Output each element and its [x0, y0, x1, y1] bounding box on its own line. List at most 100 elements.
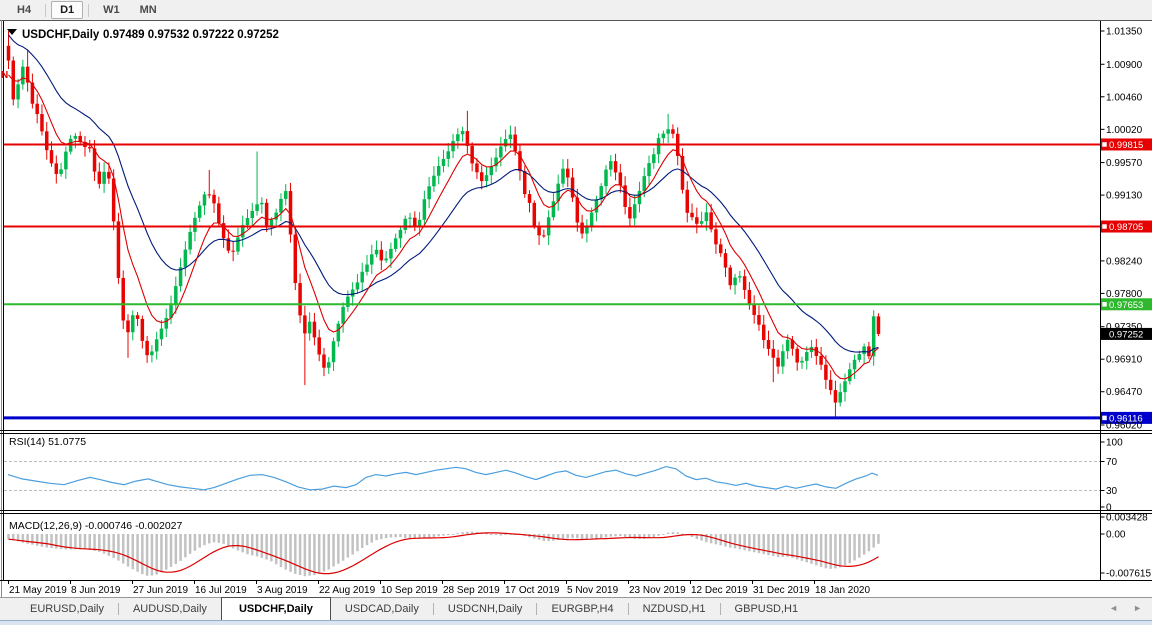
candle	[336, 323, 341, 342]
candle	[355, 282, 360, 290]
hline-anchor-handle[interactable]	[1100, 300, 1109, 309]
rsi-axis-label: 100	[1106, 438, 1123, 449]
candle	[460, 131, 465, 135]
news-flag-label: N	[1, 70, 8, 81]
candle	[40, 114, 44, 132]
timeframe-button-mn[interactable]: MN	[131, 1, 166, 19]
candle	[857, 354, 862, 360]
tab-eurusd-daily[interactable]: EURUSD,Daily	[16, 598, 118, 620]
date-tick-label: 12 Dec 2019	[691, 585, 748, 596]
candle	[312, 321, 317, 338]
candle	[609, 161, 613, 170]
candle	[714, 229, 718, 245]
timeframe-toolbar: H4 D1 W1 MN	[0, 0, 1152, 20]
rsi-panel: RSI(14) 51.0775	[4, 436, 1101, 491]
timeframe-button-d1[interactable]: D1	[51, 1, 84, 19]
candle	[771, 348, 776, 358]
trading-platform-window: H4 D1 W1 MN 0.99815 0.98705 0.97653 0.96116 RSI…	[0, 0, 1152, 625]
candle	[250, 210, 255, 219]
candle	[322, 354, 326, 368]
tab-eurgbp-h4[interactable]: EURGBP,H4	[537, 598, 627, 620]
candle	[145, 340, 149, 356]
tab-nzdusd-h1[interactable]: NZDUSD,H1	[629, 598, 720, 620]
chart-tab-bar: EURUSD,Daily AUDUSD,Daily USDCHF,Daily USDC…	[0, 597, 1152, 620]
candle	[370, 254, 374, 265]
hline-anchor-handle[interactable]	[1100, 140, 1109, 149]
date-tick-label: 16 Jul 2019	[195, 585, 247, 596]
candle	[427, 186, 431, 200]
macd-panel: MACD(12,26,9) -0.000746 -0.002027	[7, 520, 880, 577]
candle	[413, 217, 417, 227]
date-tick-label: 3 Aug 2019	[257, 585, 308, 596]
tab-usdcnh-daily[interactable]: USDCNH,Daily	[434, 598, 537, 620]
candle	[522, 171, 527, 195]
candle	[479, 172, 484, 182]
chart-window[interactable]: 0.99815 0.98705 0.97653 0.96116 RSI(14) 51.0…	[0, 20, 1152, 597]
candle	[408, 217, 412, 219]
candle	[64, 151, 68, 170]
candle	[800, 360, 804, 363]
candle	[551, 201, 556, 218]
rsi-axis-label: 70	[1106, 457, 1118, 468]
candle	[604, 169, 608, 187]
candle	[580, 222, 584, 234]
candle	[728, 267, 733, 286]
candle	[542, 235, 546, 237]
timeframe-button-h4[interactable]: H4	[8, 1, 40, 19]
candle	[393, 238, 398, 249]
candle	[73, 135, 78, 139]
candle	[876, 316, 881, 334]
candle	[183, 249, 188, 268]
candle	[389, 248, 393, 259]
candle	[121, 277, 125, 321]
candle	[188, 231, 192, 250]
price-tick-label: 1.00020	[1106, 125, 1143, 136]
candle	[723, 253, 728, 268]
chart-canvas[interactable]: 0.998150.987050.976530.96116RSI(14) 51.0…	[0, 20, 1152, 597]
candle	[852, 359, 857, 370]
candle	[718, 244, 723, 254]
tab-audusd-daily[interactable]: AUDUSD,Daily	[119, 598, 221, 620]
candle	[217, 203, 221, 224]
candle	[671, 129, 675, 134]
date-tick-label: 22 Aug 2019	[319, 585, 376, 596]
candle	[102, 171, 106, 184]
timeframe-button-w1[interactable]: W1	[94, 1, 129, 19]
candle	[283, 191, 288, 199]
tab-scroll-left-icon[interactable]: ◄	[1109, 603, 1118, 613]
candle	[656, 138, 661, 155]
candle	[303, 315, 307, 334]
candle	[374, 249, 379, 255]
tab-gbpusd-h1[interactable]: GBPUSD,H1	[721, 598, 813, 620]
candle	[88, 147, 92, 149]
tab-usdchf-daily[interactable]: USDCHF,Daily	[220, 597, 331, 620]
price-tick-label: 0.98240	[1106, 256, 1143, 267]
macd-label: MACD(12,26,9) -0.000746 -0.002027	[9, 520, 183, 532]
candle	[35, 103, 39, 115]
candle	[207, 194, 212, 196]
date-tick-label: 28 Sep 2019	[443, 585, 500, 596]
candle	[613, 161, 618, 173]
tab-usdcad-daily[interactable]: USDCAD,Daily	[331, 598, 433, 620]
candle	[766, 340, 771, 349]
candle	[21, 66, 25, 85]
tab-scroll-right-icon[interactable]: ►	[1133, 603, 1142, 613]
candle	[628, 207, 632, 219]
candle	[174, 286, 178, 306]
candle	[589, 212, 594, 226]
candle	[298, 283, 302, 316]
candle	[828, 379, 833, 391]
candle	[212, 194, 216, 204]
date-tick-label: 31 Dec 2019	[753, 585, 810, 596]
candle	[398, 229, 403, 239]
candle	[642, 176, 646, 191]
price-tick-label: 1.00460	[1106, 92, 1143, 103]
candle	[690, 212, 694, 218]
candle	[317, 337, 321, 355]
candle	[6, 45, 11, 61]
candle	[742, 276, 747, 290]
candle	[685, 189, 690, 213]
hline-anchor-handle[interactable]	[1100, 222, 1109, 231]
candle	[116, 221, 121, 278]
candle	[164, 317, 168, 329]
